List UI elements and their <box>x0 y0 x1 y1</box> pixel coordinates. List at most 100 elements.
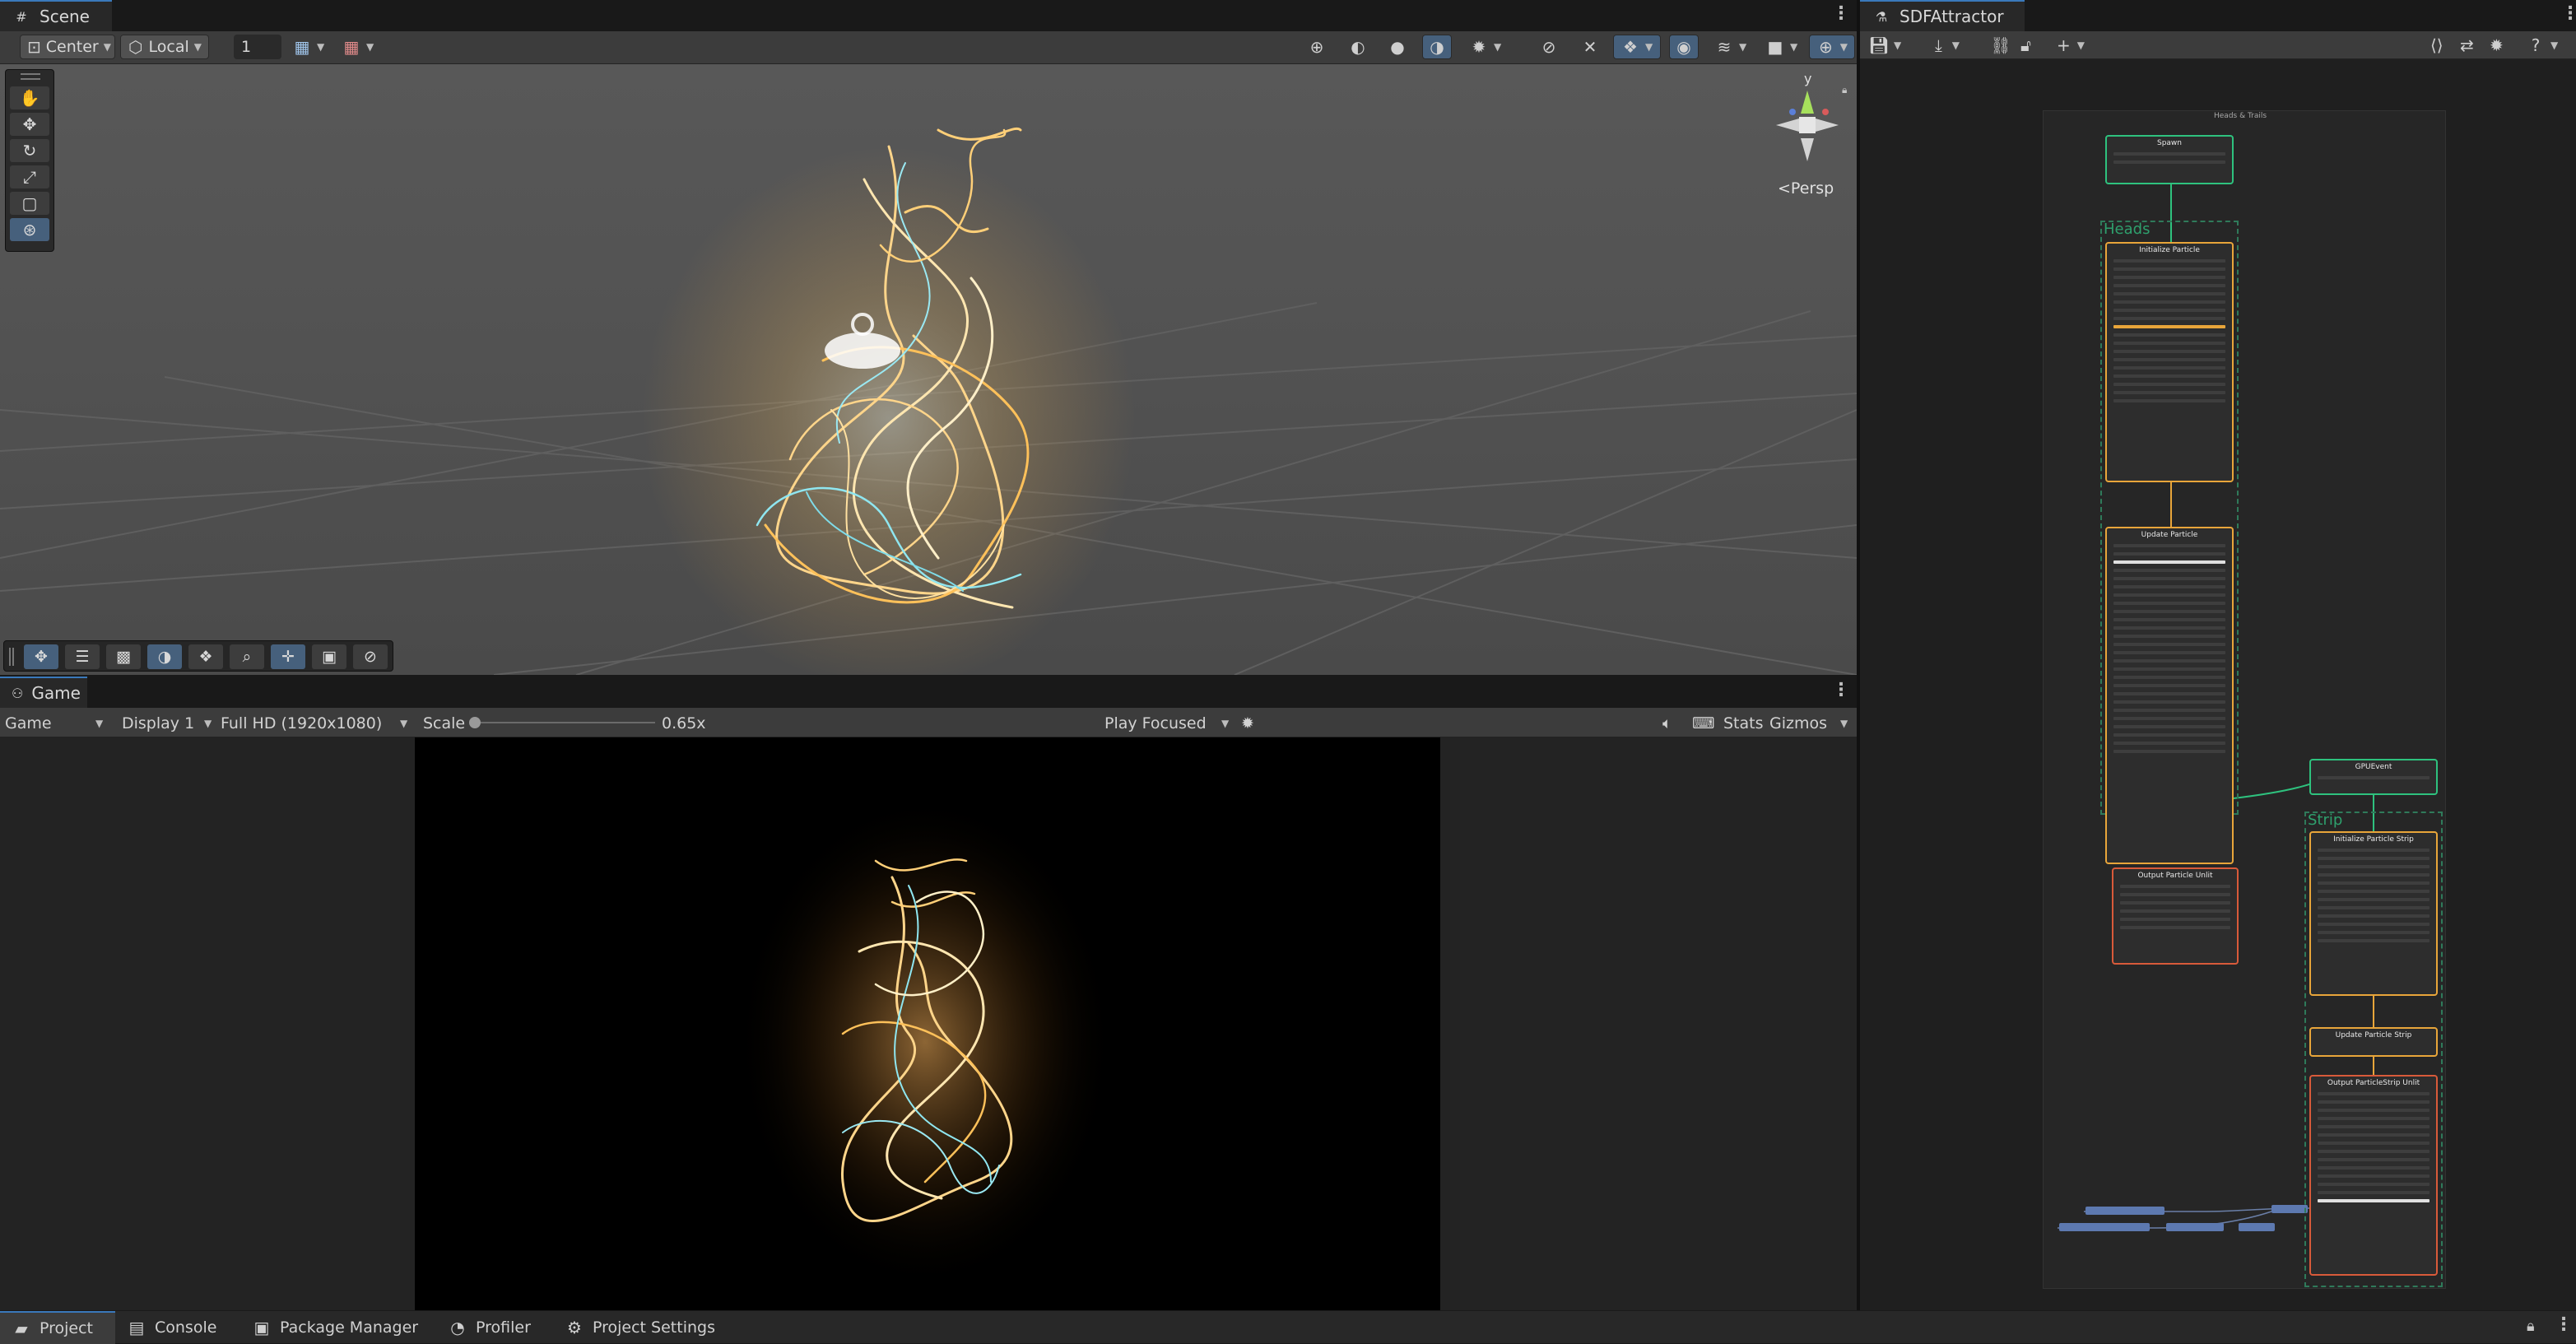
spawn-node[interactable]: Spawn <box>2105 135 2234 184</box>
initialize-strip-node[interactable]: Initialize Particle Strip <box>2309 831 2438 996</box>
lock-icon: 🔓︎ <box>2020 35 2031 55</box>
tab-profiler[interactable]: ◔ Profiler <box>436 1311 542 1344</box>
game-more-menu-icon[interactable]: ⋮ <box>1832 680 1850 700</box>
light-off-icon: ✕ <box>1583 37 1597 57</box>
bug-icon: ✹ <box>2490 35 2504 55</box>
overlay-grid-button[interactable]: ▩ <box>106 644 141 669</box>
pivot-mode-dropdown[interactable]: ⊡ Center ▼ <box>20 35 115 59</box>
output-strip-node[interactable]: Output ParticleStrip Unlit <box>2309 1075 2438 1276</box>
vfx-more-menu-icon[interactable]: ⋮ <box>2561 3 2576 24</box>
vfx-graph-canvas[interactable]: Heads & Trails Spawn Heads Initialize Pa… <box>1860 59 2576 1310</box>
globe-icon: ⊕ <box>1309 37 1324 57</box>
export-button[interactable]: ⤓ ▼ <box>1923 33 1967 58</box>
strip-context-label: Strip <box>2308 812 2343 829</box>
spawn-node-row <box>2113 152 2225 156</box>
resolution-dropdown[interactable]: Full HD (1920x1080) ▼ <box>221 714 410 732</box>
camera-settings-dropdown[interactable]: ■ ▼ <box>1758 35 1807 59</box>
toggle-lighting-button[interactable]: ✕ <box>1575 35 1605 59</box>
projection-toggle[interactable]: <Persp <box>1778 179 1834 198</box>
increment-snap-button[interactable]: ▦ ▼ <box>334 35 384 59</box>
overlay-drag-handle[interactable] <box>9 648 14 666</box>
update-heads-title: Update Particle <box>2141 531 2198 539</box>
overlay-layers-button[interactable]: ❖ <box>188 644 223 669</box>
scale-slider[interactable] <box>469 717 655 728</box>
link-button[interactable]: ⛓ <box>1983 33 2011 58</box>
tools-drag-handle[interactable] <box>21 73 40 80</box>
gpu-event-node[interactable]: GPUEvent <box>2309 759 2438 795</box>
overlay-settings-button[interactable]: ☰ <box>65 644 100 669</box>
lock-button[interactable]: 🔓︎ <box>2013 33 2038 58</box>
dock-lock-icon[interactable]: 🔒︎ <box>2527 1318 2535 1335</box>
shaded-sphere-icon: ● <box>1390 37 1405 57</box>
chevron-down-icon: ▼ <box>1739 41 1747 53</box>
scale-slider-handle[interactable] <box>469 717 481 728</box>
game-view-dropdown[interactable]: Game ▼ <box>5 714 107 732</box>
overlay-move-button[interactable]: ✛ <box>271 644 305 669</box>
plus-icon: + <box>2057 35 2071 55</box>
update-heads-node[interactable]: Update Particle <box>2105 527 2234 864</box>
game-render-area[interactable] <box>415 737 1440 1310</box>
help-button[interactable]: ? ▼ <box>2518 33 2568 58</box>
transform-tool-button[interactable]: ⊛ <box>10 218 49 241</box>
layers-dropdown[interactable]: ≋ ▼ <box>1707 35 1755 59</box>
debug-bug-button[interactable]: ✹ <box>1241 714 1254 732</box>
display-dropdown[interactable]: Display 1 ▼ <box>122 714 212 732</box>
save-button[interactable]: 💾︎ ▼ <box>1862 33 1906 58</box>
orientation-gizmo[interactable]: y <box>1761 71 1852 174</box>
add-node-button[interactable]: + ▼ <box>2048 33 2092 58</box>
tab-scene[interactable]: # Scene <box>0 0 112 31</box>
grid-visibility-button[interactable]: ▦ ▼ <box>285 35 334 59</box>
shading-wire-button[interactable]: ◐ <box>1343 35 1373 59</box>
debug-button[interactable]: ✹ <box>2482 33 2507 58</box>
debug-draw-mode-button[interactable]: ✹ ▼ <box>1462 35 1511 59</box>
overlay-compass-button[interactable]: ⊘ <box>353 644 388 669</box>
move-tool-button[interactable]: ✥ <box>10 113 49 136</box>
global-view-button[interactable]: ⊕ <box>1302 35 1332 59</box>
lock-icon[interactable]: 🔒︎ <box>1842 84 1847 96</box>
pivot-rotation-dropdown[interactable]: ⬡ Local ▼ <box>120 35 209 59</box>
overlay-camera-button[interactable]: ▣ <box>312 644 346 669</box>
tab-project[interactable]: ▰ Project <box>0 1311 115 1344</box>
tab-project-settings[interactable]: ⚙ Project Settings <box>553 1311 727 1344</box>
overlay-search-button[interactable]: ⌕ <box>230 644 264 669</box>
mute-audio-button[interactable]: 🔈︎ <box>1662 714 1672 732</box>
pivot-center-icon: ⊡ <box>27 37 41 57</box>
blackboard-toggle-button[interactable]: ⇄ <box>2453 33 2477 58</box>
initialize-heads-node[interactable]: Initialize Particle <box>2105 242 2234 482</box>
tab-sdfattractor[interactable]: ⚗ SDFAttractor <box>1860 0 2025 31</box>
overlay-lighting-button[interactable]: ◑ <box>147 644 182 669</box>
tab-package-manager[interactable]: ▣ Package Manager <box>240 1311 430 1344</box>
scene-viewport[interactable]: ✋ ✥ ↻ ⤢ ▢ ⊛ y <Persp 🔒︎ ✥ ☰ ▩ ◑ ❖ ⌕ ✛ ▣ … <box>0 64 1857 675</box>
console-icon: ▤ <box>128 1318 145 1337</box>
shading-lit-button[interactable]: ◑ <box>1422 35 1452 59</box>
tab-console[interactable]: ▤ Console <box>115 1311 228 1344</box>
swap-icon: ⇄ <box>2460 35 2474 55</box>
code-view-button[interactable]: ⟨⟩ <box>2423 33 2448 58</box>
scale-tool-button[interactable]: ⤢ <box>10 165 49 188</box>
gizmos-dropdown[interactable]: ⊕ ▼ <box>1809 35 1855 59</box>
toggle-2d-button[interactable]: ⊘ <box>1534 35 1564 59</box>
resolution-label: Full HD (1920x1080) <box>221 714 383 732</box>
scale-label: Scale <box>423 714 466 732</box>
keyboard-shortcuts-button[interactable]: ⌨ <box>1692 714 1714 732</box>
stats-button[interactable]: Stats <box>1723 714 1764 732</box>
scene-visibility-button[interactable]: ◉ <box>1669 35 1699 59</box>
chevron-down-icon: ▼ <box>204 718 212 729</box>
scene-more-menu-icon[interactable]: ⋮ <box>1832 3 1850 24</box>
update-strip-node[interactable]: Update Particle Strip <box>2309 1027 2438 1057</box>
overlay-transform-button[interactable]: ✥ <box>24 644 58 669</box>
dock-more-menu-icon[interactable]: ⋮ <box>2555 1314 2573 1335</box>
play-mode-dropdown[interactable]: Play Focused ▼ <box>1104 714 1233 732</box>
output-heads-node[interactable]: Output Particle Unlit <box>2112 867 2239 965</box>
chevron-down-icon: ▼ <box>1840 718 1848 729</box>
shading-shaded-button[interactable]: ● <box>1383 35 1412 59</box>
search-icon: ⌕ <box>242 648 252 666</box>
lit-sphere-icon: ◑ <box>1430 37 1444 57</box>
gizmos-button[interactable]: Gizmos ▼ <box>1769 714 1855 732</box>
hand-tool-button[interactable]: ✋ <box>10 86 49 109</box>
scene-fx-button[interactable]: ❖ ▼ <box>1613 35 1661 59</box>
grid-snap-input[interactable]: 1 <box>234 35 281 59</box>
rect-tool-button[interactable]: ▢ <box>10 192 49 215</box>
tab-game[interactable]: ⚇ Game <box>0 677 87 708</box>
rotate-tool-button[interactable]: ↻ <box>10 139 49 162</box>
